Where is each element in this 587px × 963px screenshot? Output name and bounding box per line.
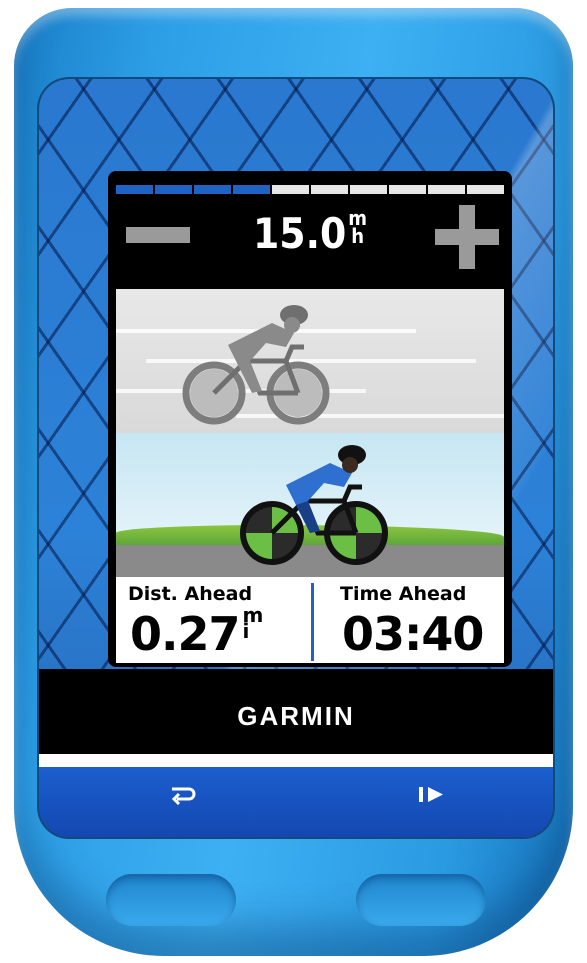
progress-segment [428, 185, 465, 194]
progress-segment [389, 185, 426, 194]
rider-cyclist-icon [240, 445, 388, 565]
time-ahead-value: 03:40 [342, 607, 484, 661]
hardware-button-right[interactable] [356, 874, 486, 926]
device-screen: 15.0 m h Dist. Ahead 0.27 m i Time Ahead… [108, 171, 512, 667]
plus-icon-vertical[interactable] [459, 205, 475, 269]
distance-ahead-label: Dist. Ahead [128, 583, 253, 605]
distance-value: 0.27 [130, 607, 240, 661]
stats-panel: Dist. Ahead 0.27 m i Time Ahead 03:40 [116, 577, 504, 663]
distance-unit: mi [243, 605, 264, 641]
virtual-partner-scene [116, 289, 504, 577]
progress-segment [194, 185, 231, 194]
progress-segment [272, 185, 309, 194]
time-ahead-label: Time Ahead [340, 583, 467, 605]
speed-row: 15.0 m h [108, 201, 512, 281]
start-stop-button[interactable] [417, 783, 449, 811]
separator-line [39, 754, 553, 767]
play-pause-icon [419, 787, 443, 802]
progress-segment [350, 185, 387, 194]
progress-segment [155, 185, 192, 194]
progress-segment [311, 185, 348, 194]
soft-key-strip [39, 767, 553, 837]
distance-ahead-value: 0.27 m i [130, 605, 264, 661]
workout-progress-bar [116, 185, 504, 194]
progress-segment [467, 185, 504, 194]
ghost-cyclist-icon [182, 305, 330, 425]
hardware-button-left[interactable] [106, 874, 236, 926]
lap-arrow-icon [171, 787, 196, 806]
progress-segment [233, 185, 270, 194]
speed-unit: mh [348, 208, 367, 246]
brand-logo: GARMIN [237, 701, 355, 731]
stats-divider [311, 583, 314, 661]
progress-segment [116, 185, 153, 194]
lap-button[interactable] [169, 783, 197, 811]
speed-value: 15.0 [253, 209, 347, 258]
